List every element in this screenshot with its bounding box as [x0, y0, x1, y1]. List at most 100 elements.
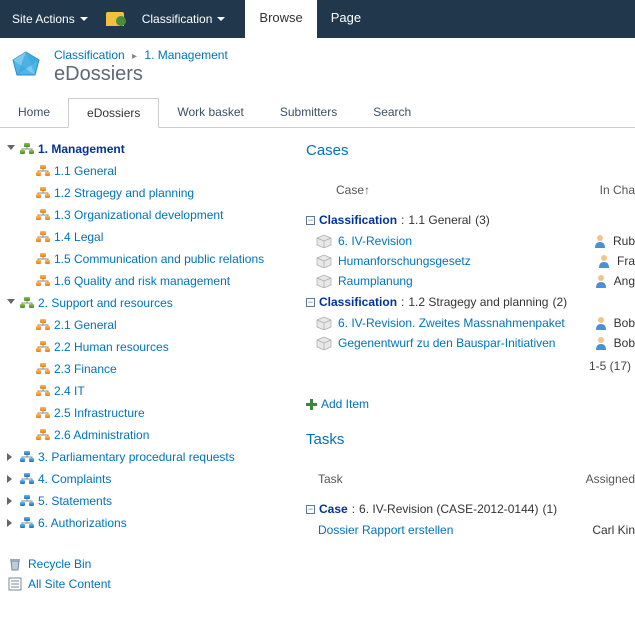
add-item-button[interactable]: Add Item	[306, 397, 635, 411]
tree-node-1-1[interactable]: 1.1 General	[54, 162, 117, 180]
nav-home[interactable]: Home	[0, 98, 68, 127]
tree-node-2-1[interactable]: 2.1 General	[54, 316, 117, 334]
hierarchy-icon	[36, 187, 50, 199]
case-row[interactable]: Gegenentwurf zu den Bauspar-Initiativen …	[316, 333, 635, 353]
sidebar: 1. Management 1.1 General 1.2 Stragegy a…	[0, 128, 294, 604]
tree-node-2-2[interactable]: 2.2 Human resources	[54, 338, 169, 356]
case-row[interactable]: 6. IV-Revision Rub	[316, 231, 635, 251]
nav-submitters[interactable]: Submitters	[262, 98, 355, 127]
case-link[interactable]: Gegenentwurf zu den Bauspar-Initiativen	[338, 336, 588, 350]
hierarchy-icon	[20, 143, 34, 155]
tree-node-2-3[interactable]: 2.3 Finance	[54, 360, 117, 378]
column-header-task[interactable]: Task	[318, 472, 343, 486]
case-user: Bob	[614, 316, 635, 330]
tree-node-2-5[interactable]: 2.5 Infrastructure	[54, 404, 145, 422]
tree-node-2-support[interactable]: 2. Support and resources	[38, 294, 173, 312]
tree-toggle[interactable]	[6, 518, 16, 528]
person-icon	[597, 254, 611, 268]
task-link[interactable]: Dossier Rapport erstellen	[318, 523, 592, 537]
site-logo-icon	[8, 49, 44, 85]
group-field-link[interactable]: Classification	[319, 213, 397, 227]
case-link[interactable]: 6. IV-Revision	[338, 234, 587, 248]
tree-node-4[interactable]: 4. Complaints	[38, 470, 111, 488]
hierarchy-icon	[36, 429, 50, 441]
collapse-toggle[interactable]: −	[306, 216, 315, 225]
tree-node-1-6[interactable]: 1.6 Quality and risk management	[54, 272, 230, 290]
tree-node-2-6[interactable]: 2.6 Administration	[54, 426, 149, 444]
nav-search[interactable]: Search	[355, 98, 429, 127]
person-icon	[594, 274, 608, 288]
tree-node-1-4[interactable]: 1.4 Legal	[54, 228, 103, 246]
breadcrumb-management[interactable]: 1. Management	[144, 48, 227, 62]
case-icon	[316, 316, 332, 330]
group-count: (3)	[475, 213, 490, 227]
ribbon-tab-page[interactable]: Page	[317, 0, 375, 38]
tree-node-6[interactable]: 6. Authorizations	[38, 514, 127, 532]
group-count: (1)	[542, 502, 557, 516]
group-field-link[interactable]: Case	[319, 502, 348, 516]
group-value: 1.2 Stragegy and planning	[408, 295, 548, 309]
tree-toggle[interactable]	[6, 496, 16, 506]
hierarchy-icon	[36, 275, 50, 287]
classification-menu[interactable]: Classification	[132, 8, 236, 30]
hierarchy-icon	[20, 517, 34, 529]
case-row[interactable]: Humanforschungsgesetz Fra	[316, 251, 635, 271]
task-row[interactable]: Dossier Rapport erstellen Carl Kin	[306, 520, 635, 540]
site-actions-menu[interactable]: Site Actions	[2, 8, 98, 30]
nav-edossiers[interactable]: eDossiers	[68, 98, 159, 128]
tree-toggle[interactable]	[6, 298, 16, 308]
column-header-in-charge[interactable]: In Cha	[600, 183, 635, 197]
hierarchy-icon	[36, 385, 50, 397]
caret-down-icon	[217, 17, 225, 21]
breadcrumb-separator-icon: ▸	[132, 51, 137, 62]
hierarchy-icon	[36, 209, 50, 221]
plus-icon	[306, 399, 317, 410]
tree-node-1-5[interactable]: 1.5 Communication and public relations	[54, 250, 264, 268]
tasks-section-title: Tasks	[306, 431, 635, 448]
main-content: Cases Case↑ In Cha − Classification : 1.…	[294, 128, 635, 604]
case-link[interactable]: Humanforschungsgesetz	[338, 254, 591, 268]
tree-node-2-4[interactable]: 2.4 IT	[54, 382, 85, 400]
tree-node-1-management[interactable]: 1. Management	[38, 140, 125, 158]
tree-node-1-3[interactable]: 1.3 Organizational development	[54, 206, 223, 224]
navigate-up-icon[interactable]	[106, 12, 124, 26]
breadcrumb-classification[interactable]: Classification	[54, 48, 125, 62]
recycle-bin-link[interactable]: Recycle Bin	[2, 554, 290, 574]
case-link[interactable]: 6. IV-Revision. Zweites Massnahmenpaket	[338, 316, 588, 330]
person-icon	[594, 336, 608, 350]
tree-node-3[interactable]: 3. Parliamentary procedural requests	[38, 448, 235, 466]
hierarchy-icon	[20, 495, 34, 507]
all-site-content-link[interactable]: All Site Content	[2, 574, 290, 594]
tree-toggle[interactable]	[6, 474, 16, 484]
case-row[interactable]: 6. IV-Revision. Zweites Massnahmenpaket …	[316, 313, 635, 333]
tree-toggle[interactable]	[6, 144, 16, 154]
title-area: Classification ▸ 1. Management eDossiers	[0, 38, 635, 92]
tree-node-5[interactable]: 5. Statements	[38, 492, 112, 510]
tree-toggle[interactable]	[6, 452, 16, 462]
classification-menu-label: Classification	[142, 12, 213, 26]
tree-node-1-2[interactable]: 1.2 Stragegy and planning	[54, 184, 194, 202]
case-user: Rub	[613, 234, 635, 248]
nav-workbasket[interactable]: Work basket	[159, 98, 261, 127]
site-actions-label: Site Actions	[12, 12, 75, 26]
column-header-case[interactable]: Case↑	[336, 183, 370, 197]
case-icon	[316, 254, 332, 268]
case-link[interactable]: Raumplanung	[338, 274, 588, 288]
ribbon: Site Actions Classification Browse Page	[0, 0, 635, 38]
case-icon	[316, 234, 332, 248]
ribbon-tab-browse[interactable]: Browse	[245, 0, 316, 38]
hierarchy-icon	[20, 473, 34, 485]
group-field-link[interactable]: Classification	[319, 295, 397, 309]
column-header-assigned[interactable]: Assigned	[586, 472, 635, 486]
pager: 1-5 (17)	[306, 353, 635, 377]
tasks-column-headers: Task Assigned	[306, 472, 635, 486]
person-icon	[594, 316, 608, 330]
hierarchy-icon	[20, 451, 34, 463]
case-user: Ang	[614, 274, 635, 288]
group-count: (2)	[552, 295, 567, 309]
collapse-toggle[interactable]: −	[306, 505, 315, 514]
collapse-toggle[interactable]: −	[306, 298, 315, 307]
case-row[interactable]: Raumplanung Ang	[316, 271, 635, 291]
breadcrumb: Classification ▸ 1. Management	[54, 48, 228, 62]
caret-down-icon	[80, 17, 88, 21]
